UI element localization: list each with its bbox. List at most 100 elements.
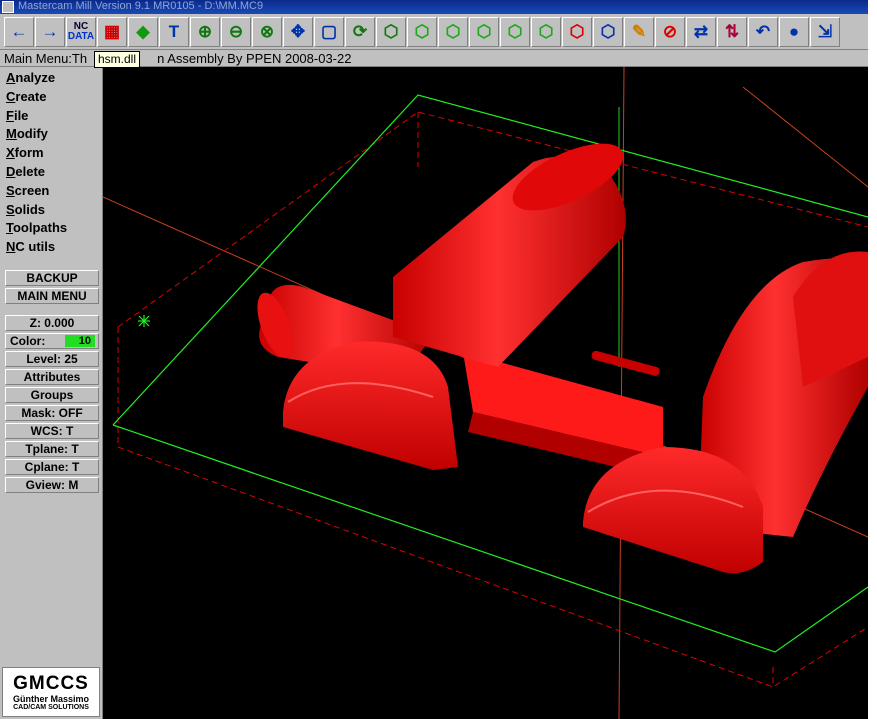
window-title: Mastercam Mill Version 9.1 MR0105 - D:\M… <box>18 0 264 12</box>
sidebar: Analyze Create File Modify Xform Delete Screen… <box>0 67 103 719</box>
gmccs-logo: GMCCS Günther Massimo CAD/CAM SOLUTIONS <box>2 667 100 717</box>
logo-line1: Günther Massimo <box>12 694 89 704</box>
pan-button[interactable]: ✥ <box>283 16 313 47</box>
nc-data-button[interactable]: NC DATA <box>66 16 96 47</box>
menu-item-create[interactable]: Create <box>6 88 102 107</box>
undo-button[interactable]: ↶ <box>748 16 778 47</box>
levels-icon: ⇅ <box>724 21 740 41</box>
main-menu-button[interactable]: MAIN MENU <box>5 288 99 304</box>
forward-arrow-icon: → <box>41 21 59 41</box>
no-shade-button[interactable]: ⊘ <box>655 16 685 47</box>
menu-label: nalyze <box>15 70 56 85</box>
menu-hotkey: X <box>6 145 15 161</box>
pan-icon: ✥ <box>290 21 306 41</box>
menu-item-file[interactable]: File <box>6 107 102 126</box>
3d-cube-button[interactable]: ⬡ <box>593 16 623 47</box>
select-button[interactable]: ▢ <box>314 16 344 47</box>
tooltip: hsm.dll <box>94 51 141 68</box>
red-solid-model <box>257 143 868 574</box>
3d-cube-icon: ⬡ <box>600 21 616 41</box>
hsm-dll-icon: ▦ <box>103 21 121 41</box>
side-cube-icon: ⬡ <box>476 21 492 41</box>
tplane-button[interactable]: Tplane: T <box>5 441 99 457</box>
gview-button[interactable]: Gview: M <box>5 477 99 493</box>
front-cube-icon: ⬡ <box>414 21 430 41</box>
hsm-dll-button[interactable]: ▦ <box>97 16 127 47</box>
menu-hotkey: N <box>6 239 16 255</box>
levels-button[interactable]: ⇅ <box>717 16 747 47</box>
menu-hotkey: T <box>6 220 13 236</box>
color-label: Color: <box>10 334 46 348</box>
shaded-cube-button[interactable]: ⬡ <box>531 16 561 47</box>
zoom-window-button[interactable]: ⊕ <box>190 16 220 47</box>
mask-button[interactable]: Mask: OFF <box>5 405 99 421</box>
menu-hotkey: S <box>6 182 15 198</box>
forward-arrow-button[interactable]: → <box>35 16 65 47</box>
status-suffix: n Assembly By PPEN 2008-03-22 <box>157 51 352 66</box>
color-swatch: 10 <box>65 335 95 347</box>
zoom-out-button[interactable]: ⊖ <box>221 16 251 47</box>
attributes-button[interactable]: Attributes <box>5 369 99 385</box>
iso-cube-button[interactable]: ⬡ <box>376 16 406 47</box>
menu-label: ile <box>13 107 29 123</box>
menu-label: elete <box>15 163 46 179</box>
front-cube-button[interactable]: ⬡ <box>407 16 437 47</box>
back-arrow-button[interactable]: ← <box>4 16 34 47</box>
pencil-icon: ✎ <box>631 21 647 41</box>
menu-item-modify[interactable]: Modify <box>6 125 102 144</box>
menu-item-delete[interactable]: Delete <box>6 163 102 182</box>
data-label: DATA <box>67 30 95 42</box>
iso-cube-icon: ⬡ <box>383 21 399 41</box>
right-edge-strip <box>868 0 877 719</box>
top-cube-icon: ⬡ <box>445 21 461 41</box>
side-cube-button[interactable]: ⬡ <box>469 16 499 47</box>
app-icon[interactable] <box>2 1 14 13</box>
zoom-icon: ⊗ <box>259 21 275 41</box>
undo-icon: ↶ <box>755 21 771 41</box>
menu-label: form <box>14 145 44 161</box>
menu-hotkey: F <box>6 107 14 123</box>
back-arrow-icon: ← <box>10 21 28 41</box>
menu-item-analyze[interactable]: Analyze <box>6 69 102 88</box>
menu-label: reate <box>15 88 47 104</box>
backup-button[interactable]: BACKUP <box>5 270 99 286</box>
menu-item-nc-utils[interactable]: NC utils <box>6 238 102 257</box>
title-bar: Mastercam Mill Version 9.1 MR0105 - D:\M… <box>0 0 868 14</box>
color-button[interactable]: Color: 10 <box>5 333 99 349</box>
z-depth-button[interactable]: Z: 0.000 <box>5 315 99 331</box>
pencil-button[interactable]: ✎ <box>624 16 654 47</box>
graphics-viewport[interactable] <box>103 67 868 719</box>
menu-label: odify <box>16 126 48 142</box>
solid-cube-icon: ⬡ <box>507 21 523 41</box>
export-button[interactable]: ⇲ <box>810 16 840 47</box>
menu-hotkey: D <box>6 163 16 179</box>
groups-button[interactable]: Groups <box>5 387 99 403</box>
menu-hotkey: S <box>6 201 15 217</box>
sphere-button[interactable]: ● <box>779 16 809 47</box>
cplane-button[interactable]: Cplane: T <box>5 459 99 475</box>
transfer-button[interactable]: ⇄ <box>686 16 716 47</box>
model-view <box>103 67 868 719</box>
menu-label: olids <box>14 201 46 217</box>
logo-brand: GMCCS <box>13 673 89 694</box>
level-button[interactable]: Level: 25 <box>5 351 99 367</box>
zoom-button[interactable]: ⊗ <box>252 16 282 47</box>
origin-marker <box>138 315 150 327</box>
red-cube-button[interactable]: ⬡ <box>562 16 592 47</box>
rotate-view-button[interactable]: ⟳ <box>345 16 375 47</box>
solid-cube-button[interactable]: ⬡ <box>500 16 530 47</box>
toolbar: ← → NC DATA ▦ ◆ T ⊕ ⊖ ⊗ ✥ ▢ ⟳ ⬡ ⬡ ⬡ ⬡ ⬡ ⬡ ⬡ ⬡ ✎ ⊘ ⇄ ⇅ ↶ ● ⇲ <box>0 14 868 50</box>
menu-item-xform[interactable]: Xform <box>6 144 102 163</box>
red-cube-icon: ⬡ <box>569 21 585 41</box>
text-tool-button[interactable]: T <box>159 16 189 47</box>
nc-data-icon: NC DATA <box>67 20 95 42</box>
wcs-button[interactable]: WCS: T <box>5 423 99 439</box>
top-cube-button[interactable]: ⬡ <box>438 16 468 47</box>
nc-label: NC <box>73 20 89 32</box>
menu-item-screen[interactable]: Screen <box>6 182 102 201</box>
menu-item-toolpaths[interactable]: Toolpaths <box>6 219 102 238</box>
menu-item-solids[interactable]: Solids <box>6 201 102 220</box>
modify-button[interactable]: ◆ <box>128 16 158 47</box>
zoom-window-icon: ⊕ <box>197 21 213 41</box>
select-icon: ▢ <box>320 21 338 41</box>
